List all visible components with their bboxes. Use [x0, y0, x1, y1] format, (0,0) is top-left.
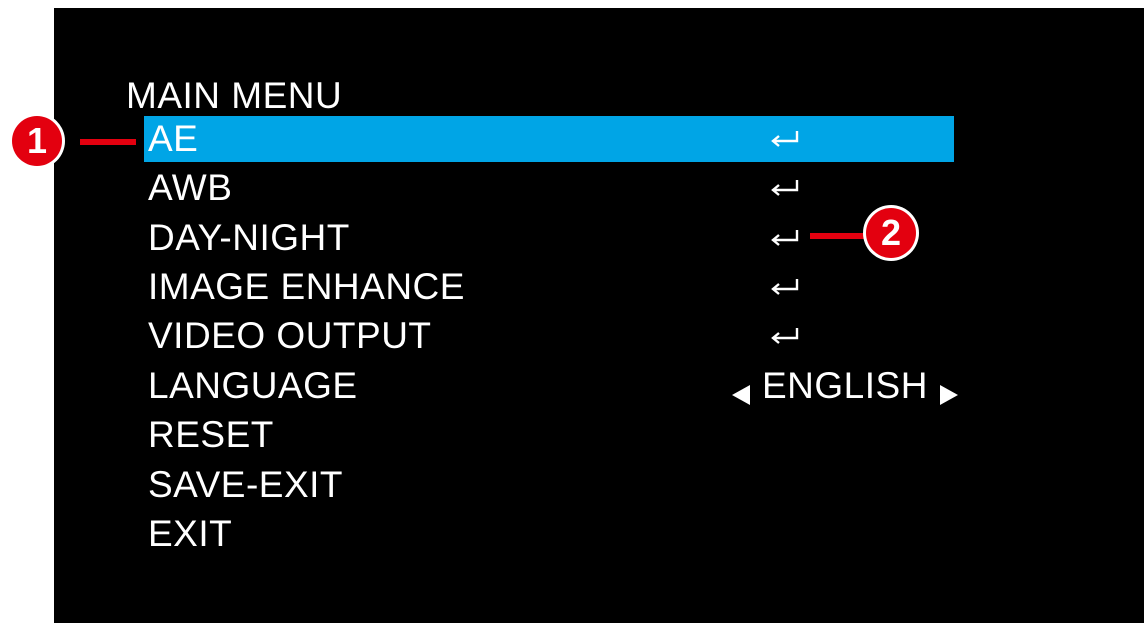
enter-icon [770, 129, 800, 149]
enter-icon [770, 326, 800, 346]
callout-2-badge: 2 [866, 208, 916, 258]
enter-icon [770, 228, 800, 248]
enter-icon [770, 178, 800, 198]
menu-item-save-exit[interactable]: SAVE-EXIT [144, 462, 954, 508]
menu-item-label: IMAGE ENHANCE [148, 266, 465, 307]
language-value: ENGLISH [762, 365, 928, 406]
menu-item-label: SAVE-EXIT [148, 464, 344, 505]
language-selector[interactable]: ENGLISH [728, 363, 962, 409]
menu-item-ae[interactable]: AE [144, 116, 954, 162]
callout-2-leader [810, 233, 872, 239]
menu-item-label: DAY-NIGHT [148, 217, 350, 258]
menu-item-language[interactable]: LANGUAGE ENGLISH [144, 363, 958, 409]
menu-item-awb[interactable]: AWB [144, 165, 954, 211]
menu-item-video-output[interactable]: VIDEO OUTPUT [144, 313, 954, 359]
menu-item-label: AE [148, 118, 199, 159]
menu-item-image-enhance[interactable]: IMAGE ENHANCE [144, 264, 954, 310]
menu-title: MAIN MENU [126, 75, 343, 116]
callout-1-badge: 1 [12, 116, 62, 166]
menu-item-label: LANGUAGE [148, 365, 358, 406]
page: MAIN MENU AE AWB DAY-NIGHT IMAGE ENHANCE… [0, 0, 1144, 623]
menu-item-label: AWB [148, 167, 233, 208]
callout-1-leader [80, 139, 136, 145]
menu-item-reset[interactable]: RESET [144, 412, 954, 458]
menu-item-label: VIDEO OUTPUT [148, 315, 432, 356]
left-triangle-icon[interactable] [728, 373, 754, 405]
menu-item-label: RESET [148, 414, 274, 455]
right-triangle-icon[interactable] [936, 373, 962, 405]
enter-icon [770, 277, 800, 297]
menu-item-exit[interactable]: EXIT [144, 511, 954, 557]
menu-item-label: EXIT [148, 513, 233, 554]
